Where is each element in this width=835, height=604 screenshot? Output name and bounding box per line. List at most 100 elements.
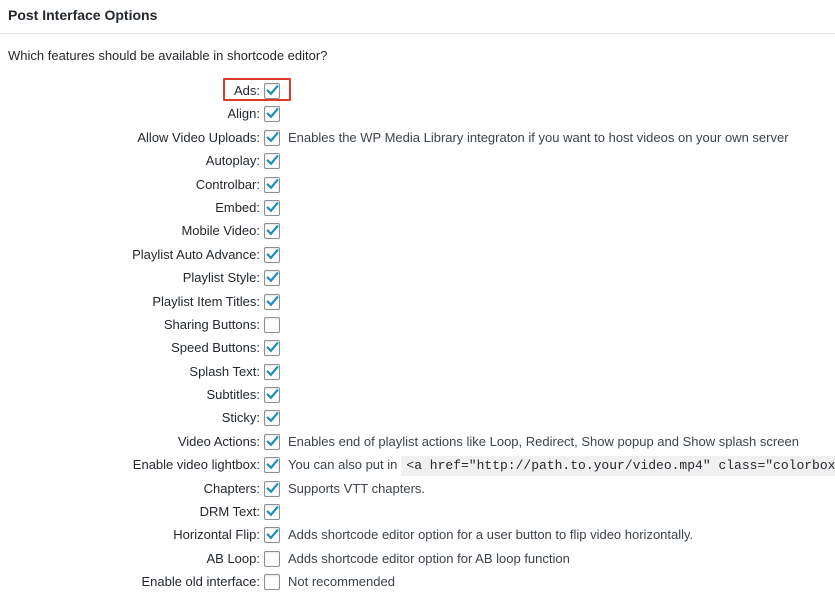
- option-row: Autoplay:: [0, 149, 835, 172]
- option-checkbox[interactable]: [264, 129, 280, 146]
- option-label: Enable old interface:: [141, 574, 260, 590]
- option-description: Not recommended: [288, 573, 395, 591]
- option-description-text: Adds shortcode editor option for a user …: [288, 527, 694, 543]
- option-description-text: Not recommended: [288, 574, 395, 590]
- option-row: DRM Text:: [0, 500, 835, 523]
- option-row: AB Loop: Adds shortcode editor option for…: [0, 547, 835, 570]
- option-row: Subtitles:: [0, 383, 835, 406]
- option-row: Speed Buttons:: [0, 336, 835, 359]
- checkmark-icon: [266, 295, 279, 306]
- option-label: AB Loop:: [206, 550, 261, 566]
- option-row: Embed:: [0, 196, 835, 219]
- checkmark-icon: [266, 108, 279, 119]
- option-label: Autoplay:: [205, 153, 260, 169]
- checkmark-icon: [266, 248, 279, 260]
- option-label: Mobile Video:: [181, 223, 260, 239]
- checkmark-icon: [266, 155, 279, 166]
- option-checkbox[interactable]: [264, 199, 280, 216]
- checkmark-icon: [266, 435, 279, 447]
- option-checkbox[interactable]: [264, 83, 280, 99]
- option-label: Sharing Buttons:: [163, 316, 260, 332]
- option-description-text: Supports VTT chapters.: [288, 480, 426, 496]
- checkmark-icon: [266, 482, 279, 493]
- option-checkbox[interactable]: [264, 293, 280, 310]
- checkmark-icon: [266, 529, 279, 540]
- option-row: Controlbar:: [0, 173, 835, 196]
- option-row: Playlist Style:: [0, 266, 835, 289]
- option-description-text: Enables the WP Media Library integraton …: [288, 129, 789, 145]
- option-row: Enable old interface: Not recommended: [0, 570, 835, 593]
- option-row: Playlist Item Titles:: [0, 290, 835, 313]
- option-label: DRM Text:: [199, 504, 260, 520]
- option-checkbox[interactable]: [264, 527, 280, 544]
- option-row: Enable video lightbox: You can also put i…: [0, 453, 835, 477]
- option-row: Horizontal Flip: Adds shortcode editor op…: [0, 523, 835, 546]
- option-label: Allow Video Uploads:: [137, 129, 260, 145]
- option-checkbox[interactable]: [264, 410, 280, 427]
- option-checkbox[interactable]: [264, 457, 280, 474]
- option-description: Enables end of playlist actions like Loo…: [288, 433, 799, 451]
- options-list: Ads: Align: Allow Video Uploads: Enables th…: [0, 79, 835, 594]
- option-checkbox[interactable]: [264, 223, 280, 240]
- option-checkbox[interactable]: [264, 504, 280, 521]
- option-row: Video Actions: Enables end of playlist ac…: [0, 430, 835, 453]
- option-label: Video Actions:: [177, 433, 260, 449]
- option-label: Subtitles:: [206, 387, 260, 403]
- option-label: Controlbar:: [195, 176, 260, 192]
- option-checkbox[interactable]: [264, 153, 280, 170]
- option-row: Playlist Auto Advance:: [0, 243, 835, 266]
- option-checkbox[interactable]: [264, 176, 280, 193]
- option-row: Mobile Video:: [0, 219, 835, 242]
- checkmark-icon: [266, 84, 279, 96]
- option-checkbox[interactable]: [264, 106, 280, 123]
- option-row: Align:: [0, 102, 835, 125]
- option-row: Splash Text:: [0, 360, 835, 383]
- option-checkbox[interactable]: [264, 316, 280, 333]
- option-label: Align:: [227, 106, 260, 122]
- code-snippet: <a href="http://path.to.your/video.mp4" …: [401, 456, 835, 477]
- checkmark-icon: [266, 225, 279, 236]
- option-description: Adds shortcode editor option for a user …: [288, 526, 693, 544]
- settings-page: Post Interface Options Which features sh…: [0, 0, 835, 604]
- section-question: Which features should be available in sh…: [8, 48, 328, 63]
- option-label: Ads:: [233, 83, 260, 98]
- checkmark-icon: [266, 459, 279, 470]
- option-checkbox[interactable]: [264, 387, 280, 404]
- option-checkbox[interactable]: [264, 550, 280, 567]
- option-description: Enables the WP Media Library integraton …: [288, 129, 789, 147]
- checkmark-icon: [266, 131, 279, 143]
- option-row: Ads:: [0, 79, 835, 102]
- option-checkbox[interactable]: [264, 480, 280, 497]
- option-label: Chapters:: [203, 480, 260, 496]
- option-label: Playlist Item Titles:: [152, 293, 260, 309]
- option-label: Enable video lightbox:: [132, 457, 260, 473]
- option-checkbox[interactable]: [264, 246, 280, 263]
- checkmark-icon: [266, 505, 279, 517]
- option-label: Horizontal Flip:: [173, 527, 260, 543]
- option-label: Playlist Style:: [182, 270, 260, 286]
- option-row: Sticky:: [0, 406, 835, 429]
- option-row: Sharing Buttons:: [0, 313, 835, 336]
- checkmark-icon: [266, 412, 279, 423]
- option-row: Allow Video Uploads: Enables the WP Media…: [0, 126, 835, 149]
- option-checkbox[interactable]: [264, 574, 280, 591]
- option-label: Embed:: [215, 199, 260, 215]
- option-description-text: Enables end of playlist actions like Loo…: [288, 433, 799, 449]
- checkmark-icon: [266, 365, 279, 377]
- option-label: Playlist Auto Advance:: [132, 246, 260, 262]
- option-checkbox[interactable]: [264, 340, 280, 357]
- option-description: Supports VTT chapters.: [288, 480, 425, 498]
- checkmark-icon: [266, 342, 279, 353]
- checkmark-icon: [266, 178, 279, 189]
- option-description-text: Adds shortcode editor option for AB loop…: [288, 550, 570, 566]
- option-checkbox[interactable]: [264, 363, 280, 380]
- option-row: Chapters: Supports VTT chapters.: [0, 477, 835, 500]
- option-checkbox[interactable]: [264, 270, 280, 287]
- option-description: Adds shortcode editor option for AB loop…: [288, 550, 570, 568]
- option-description-text: You can also put in: [288, 457, 398, 473]
- option-checkbox[interactable]: [264, 433, 280, 450]
- section-title: Post Interface Options: [8, 7, 158, 23]
- checkmark-icon: [266, 271, 279, 283]
- checkmark-icon: [266, 201, 279, 213]
- option-label: Speed Buttons:: [171, 340, 260, 356]
